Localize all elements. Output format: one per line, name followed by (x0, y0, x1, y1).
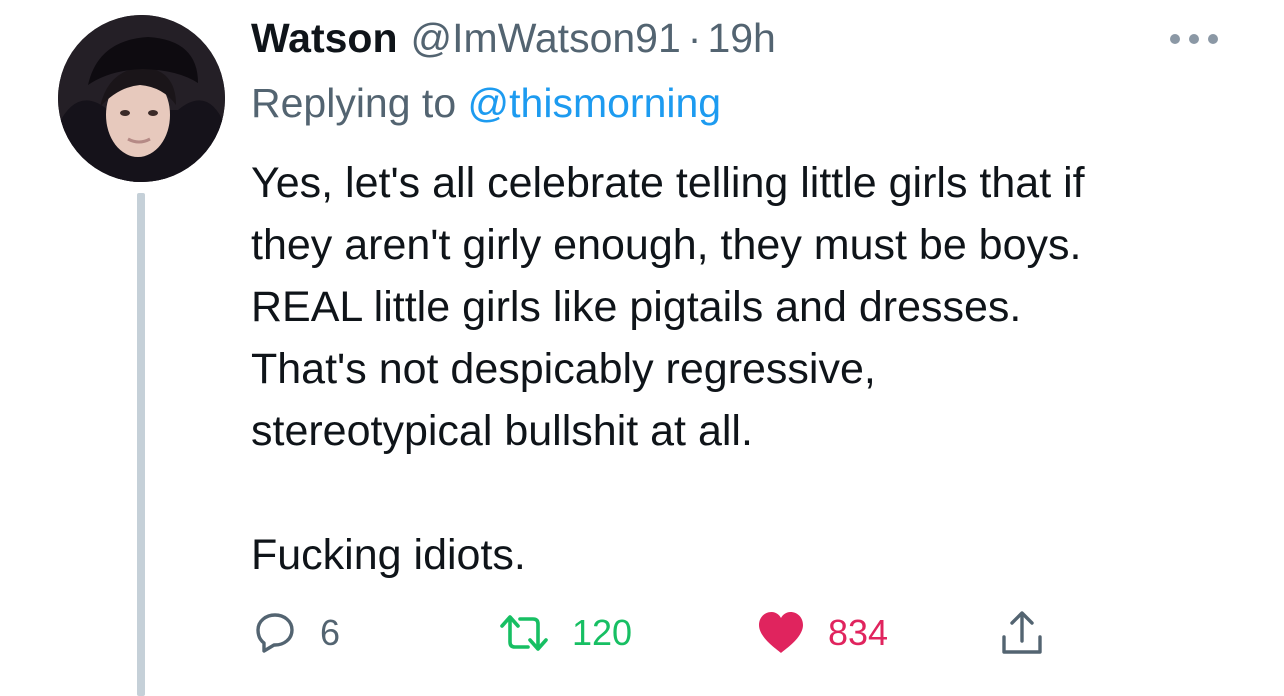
more-dot (1189, 34, 1199, 44)
user-handle[interactable]: @ImWatson91 (411, 12, 681, 64)
more-dot (1208, 34, 1218, 44)
like-count: 834 (828, 612, 889, 653)
reply-count: 6 (320, 612, 341, 653)
retweet-icon (500, 615, 548, 651)
thread-line (137, 193, 145, 696)
retweet-count: 120 (572, 612, 633, 653)
reply-bubble-icon (256, 613, 294, 653)
heart-icon (759, 612, 803, 653)
avatar[interactable] (58, 15, 225, 182)
timestamp[interactable]: 19h (707, 12, 775, 64)
action-bar: 6 120 834 (252, 604, 1072, 662)
separator-dot: · (687, 15, 702, 61)
tweet-text: Yes, let's all celebrate telling little … (251, 159, 1085, 579)
reply-button[interactable]: 6 (252, 604, 340, 662)
avatar-image (58, 15, 225, 182)
share-icon (1002, 611, 1042, 654)
more-horizontal-icon[interactable] (1170, 32, 1218, 46)
replying-to-line: Replying to @thismorning (251, 76, 721, 130)
tweet[interactable]: Watson @ImWatson91 · 19h Replying to @th… (0, 0, 1284, 696)
more-dot (1170, 34, 1180, 44)
retweet-button[interactable]: 120 (498, 604, 632, 662)
like-button[interactable]: 834 (756, 604, 888, 662)
display-name[interactable]: Watson (251, 12, 398, 64)
share-button[interactable] (1000, 604, 1044, 662)
replying-to-label: Replying to (251, 80, 457, 126)
tweet-header: Watson @ImWatson91 · 19h (251, 12, 776, 64)
replying-to-mention[interactable]: @thismorning (468, 80, 722, 126)
